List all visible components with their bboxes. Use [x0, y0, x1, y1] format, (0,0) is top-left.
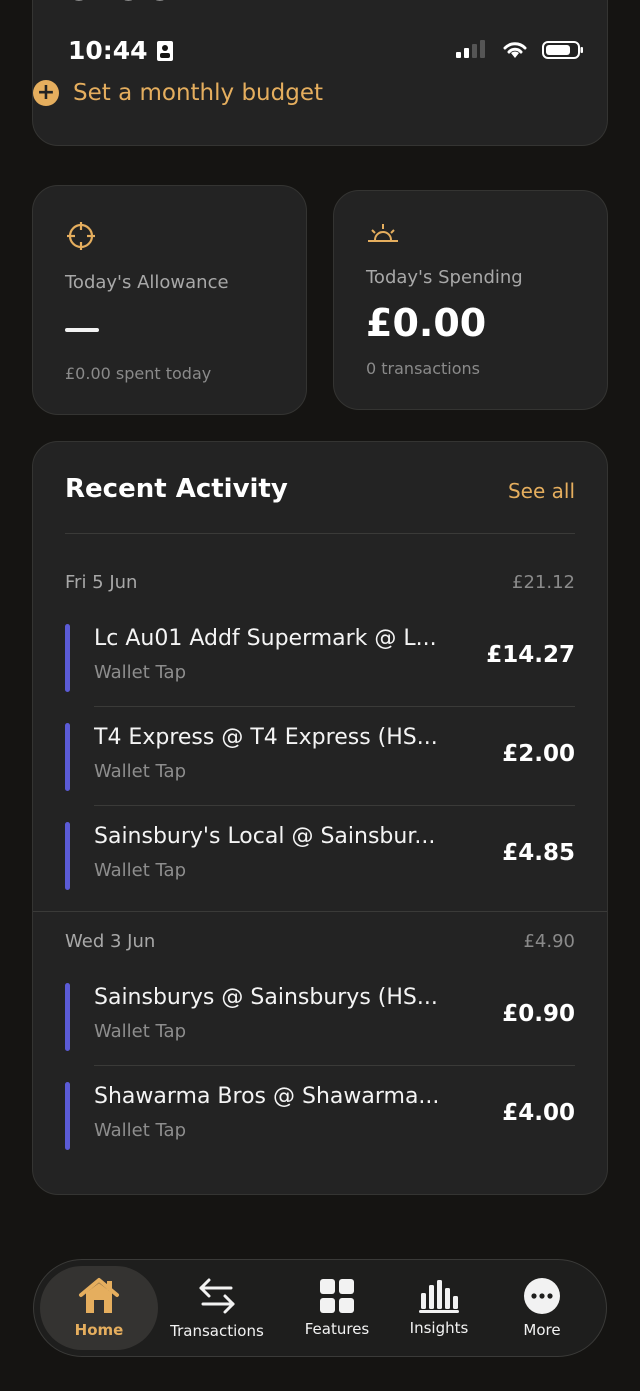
category-bar	[65, 1082, 70, 1150]
bottom-nav: Home Transactions Features Insights More	[33, 1259, 607, 1357]
budget-card	[32, 0, 608, 146]
divider	[65, 533, 575, 534]
grid-icon	[320, 1279, 354, 1313]
sunrise-icon	[368, 224, 398, 242]
category-bar	[65, 983, 70, 1051]
nav-label: Transactions	[170, 1322, 264, 1340]
transaction-name: Lc Au01 Addf Supermark @ L...	[94, 626, 437, 651]
transaction-method: Wallet Tap	[94, 761, 187, 782]
allowance-title: Today's Allowance	[65, 272, 229, 293]
category-bar	[65, 822, 70, 890]
plus-icon: +	[33, 80, 59, 106]
spending-sub: 0 transactions	[366, 359, 480, 378]
transaction-row[interactable]: Lc Au01 Addf Supermark @ L... Wallet Tap…	[65, 624, 575, 692]
nav-label: More	[523, 1321, 561, 1339]
category-bar	[65, 723, 70, 791]
day-header: Fri 5 Jun £21.12	[65, 572, 575, 593]
transaction-row[interactable]: Shawarma Bros @ Shawarma... Wallet Tap £…	[65, 1082, 575, 1150]
transaction-method: Wallet Tap	[94, 662, 187, 683]
row-divider	[94, 706, 575, 707]
arrows-swap-icon	[199, 1278, 235, 1314]
recent-activity-title: Recent Activity	[65, 474, 288, 504]
transaction-method: Wallet Tap	[94, 1120, 187, 1141]
row-divider	[94, 805, 575, 806]
transaction-name: T4 Express @ T4 Express (HS...	[94, 725, 438, 750]
nav-label: Home	[74, 1321, 124, 1339]
day-total: £21.12	[512, 572, 575, 593]
transaction-amount: £0.90	[502, 1001, 575, 1027]
transaction-name: Sainsbury's Local @ Sainsbur...	[94, 824, 436, 849]
transaction-name: Shawarma Bros @ Shawarma...	[94, 1084, 440, 1109]
nav-transactions[interactable]: Transactions	[162, 1266, 272, 1350]
day-total: £4.90	[523, 931, 575, 952]
transaction-amount: £2.00	[502, 741, 575, 767]
day-header: Wed 3 Jun £4.90	[65, 931, 575, 952]
transaction-method: Wallet Tap	[94, 860, 187, 881]
recent-activity-card: Recent Activity See all Fri 5 Jun £21.12…	[32, 441, 608, 1195]
see-all-link[interactable]: See all	[508, 479, 575, 503]
category-bar	[65, 624, 70, 692]
nav-label: Insights	[409, 1319, 469, 1337]
transaction-name: Sainsburys @ Sainsburys (HS...	[94, 985, 438, 1010]
house-icon	[79, 1278, 119, 1313]
transaction-row[interactable]: T4 Express @ T4 Express (HS... Wallet Ta…	[65, 723, 575, 791]
nav-features[interactable]: Features	[282, 1266, 392, 1350]
nav-insights[interactable]: Insights	[386, 1266, 492, 1350]
bar-chart-icon	[419, 1280, 459, 1313]
allowance-empty-value	[65, 328, 99, 332]
transaction-amount: £14.27	[486, 642, 575, 668]
budget-amount: £0.00	[32, 0, 176, 11]
day-label: Fri 5 Jun	[65, 572, 138, 593]
transaction-row[interactable]: Sainsbury's Local @ Sainsbur... Wallet T…	[65, 822, 575, 890]
transaction-method: Wallet Tap	[94, 1021, 187, 1042]
transaction-row[interactable]: Sainsburys @ Sainsburys (HS... Wallet Ta…	[65, 983, 575, 1051]
nav-more[interactable]: More	[492, 1266, 592, 1350]
spending-card[interactable]: Today's Spending £0.00 0 transactions	[333, 190, 608, 410]
spending-title: Today's Spending	[366, 267, 523, 288]
set-budget-button[interactable]: + Set a monthly budget	[33, 80, 323, 106]
crosshair-icon	[67, 222, 95, 250]
allowance-card[interactable]: Today's Allowance £0.00 spent today	[32, 185, 307, 415]
day-label: Wed 3 Jun	[65, 931, 156, 952]
transaction-amount: £4.85	[502, 840, 575, 866]
transaction-amount: £4.00	[502, 1100, 575, 1126]
day-divider	[33, 911, 607, 912]
allowance-sub: £0.00 spent today	[65, 364, 212, 383]
set-budget-label: Set a monthly budget	[73, 80, 323, 106]
nav-home[interactable]: Home	[40, 1266, 158, 1350]
row-divider	[94, 1065, 575, 1066]
more-dots-icon	[524, 1278, 560, 1314]
nav-label: Features	[304, 1320, 370, 1338]
spending-value: £0.00	[366, 301, 487, 345]
